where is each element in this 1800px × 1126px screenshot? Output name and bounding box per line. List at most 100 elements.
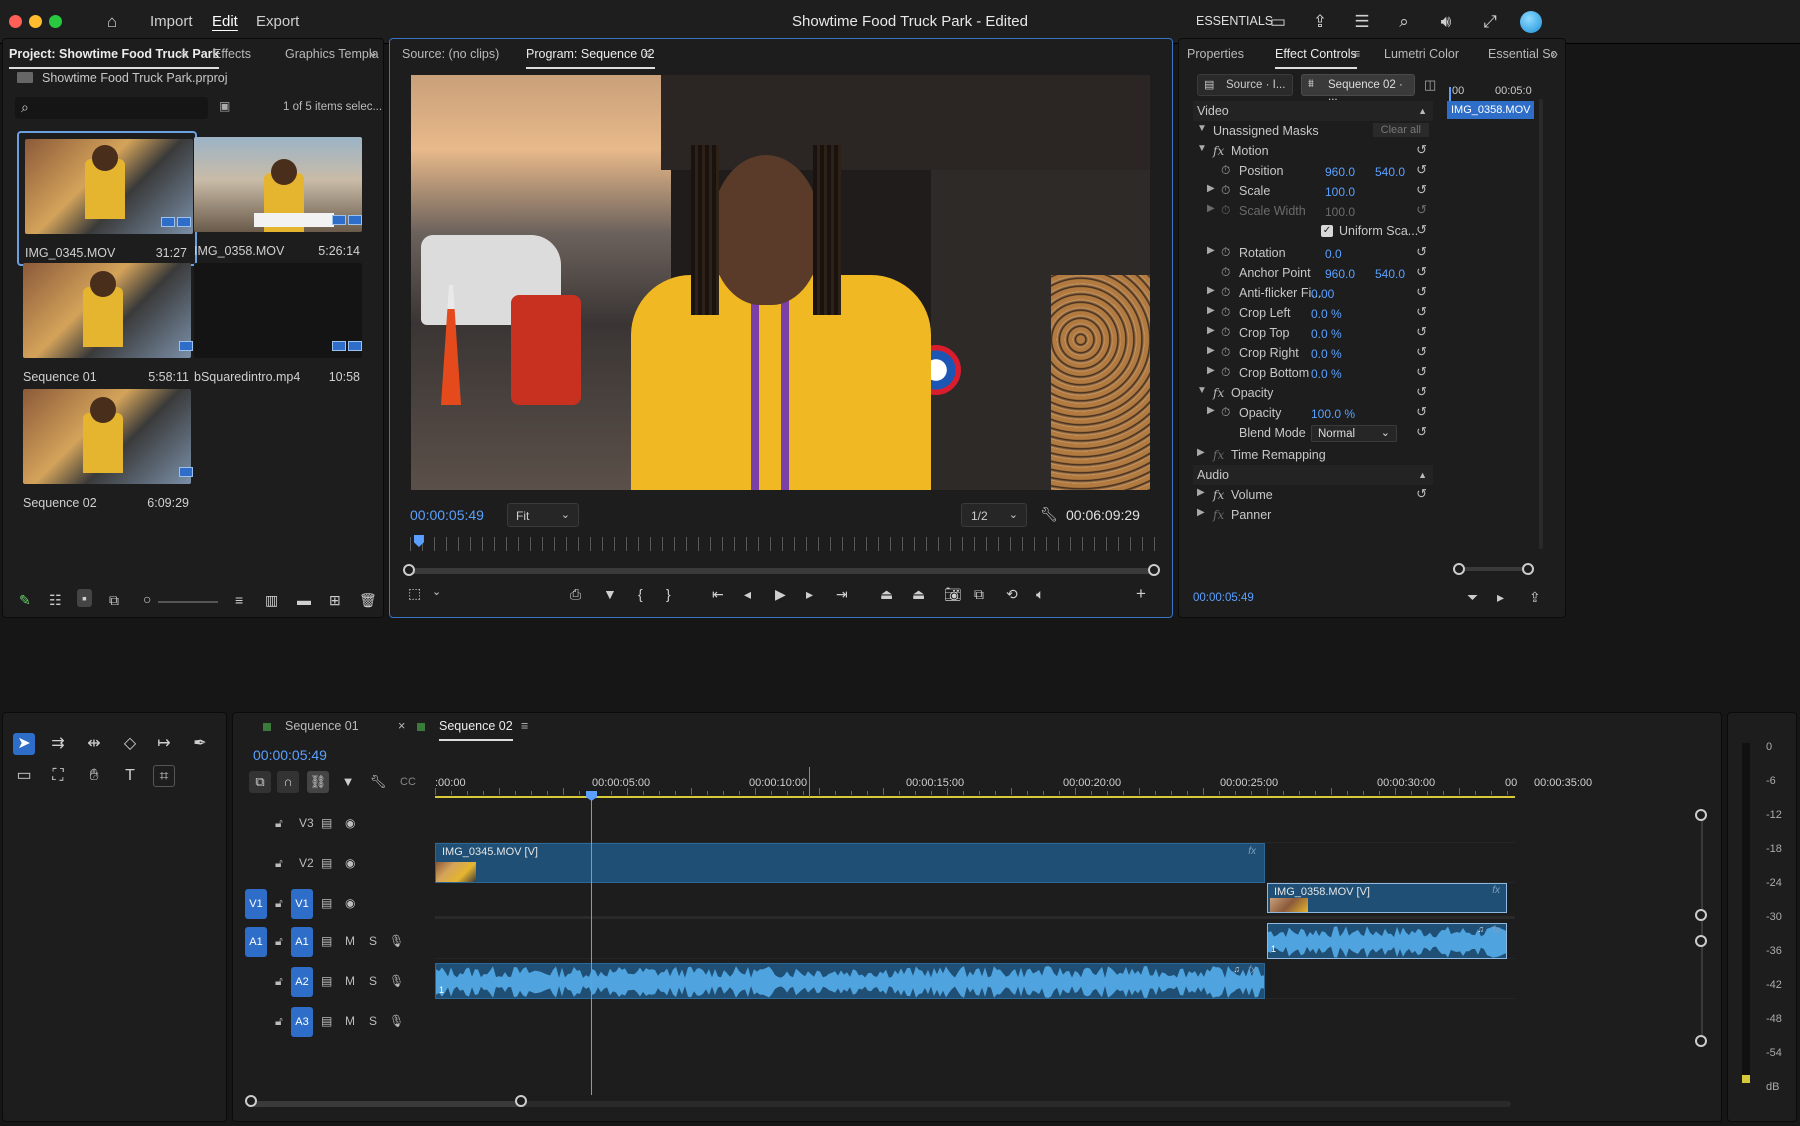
snap-icon[interactable]: ∩ xyxy=(277,771,299,793)
project-item[interactable]: IMG_0345.MOV 31:27 xyxy=(17,131,197,266)
zoom-window-button[interactable] xyxy=(49,15,62,28)
reset-icon[interactable]: ↺ xyxy=(1416,304,1427,320)
project-item[interactable]: Sequence 02 6:09:29 xyxy=(17,383,197,518)
video-clip[interactable]: IMG_0358.MOV [V] fx xyxy=(1267,883,1507,913)
chevron-down-icon[interactable]: ▼ xyxy=(1197,385,1207,396)
automate-icon[interactable]: ▥ xyxy=(265,592,278,609)
stopwatch-icon[interactable]: ⏱︎ xyxy=(1221,405,1230,420)
chevron-down-icon[interactable]: ⌄ xyxy=(432,585,441,598)
timeline-ruler[interactable]: :00:00 00:00:05:00 00:00:10:00 00:00:15:00 0… xyxy=(435,767,1592,797)
reset-icon[interactable]: ↺ xyxy=(1416,142,1427,158)
settings-wrench-icon[interactable]: 🔧︎ xyxy=(367,771,389,793)
go-to-out-icon[interactable]: ⇥ xyxy=(836,586,848,603)
sync-lock-icon[interactable]: ▤ xyxy=(321,934,332,948)
lock-icon[interactable]: 🔓︎ xyxy=(275,816,283,831)
zoom-slider[interactable] xyxy=(158,601,218,603)
home-icon[interactable]: ⌂ xyxy=(100,10,124,34)
sync-lock-icon[interactable]: ▤ xyxy=(321,856,332,870)
search-input[interactable]: ⌕ xyxy=(15,97,208,119)
eye-icon[interactable]: ◉ xyxy=(345,856,355,870)
track-lane-a3[interactable] xyxy=(435,999,1515,1039)
reset-icon[interactable]: ↺ xyxy=(1416,424,1427,440)
position-y-value[interactable]: 540.0 xyxy=(1375,165,1405,179)
position-x-value[interactable]: 960.0 xyxy=(1325,165,1355,179)
crop-right-value[interactable]: 0.0 % xyxy=(1311,347,1342,361)
solo-button[interactable]: S xyxy=(369,974,377,988)
rotation-value[interactable]: 0.0 xyxy=(1325,247,1342,261)
chevron-right-icon[interactable]: ▶ xyxy=(1207,305,1215,316)
new-item-icon[interactable]: ⊞ xyxy=(329,592,341,609)
list-view-icon[interactable]: ☷ xyxy=(49,592,62,609)
chevron-right-icon[interactable]: ▶ xyxy=(1207,285,1215,296)
blend-mode-dropdown[interactable]: Normal ⌄ xyxy=(1311,425,1397,442)
resolution-dropdown[interactable]: 1/2 ⌄ xyxy=(961,503,1027,527)
chevron-right-icon[interactable]: ▶ xyxy=(1207,365,1215,376)
reset-icon[interactable]: ↺ xyxy=(1416,384,1427,400)
sync-lock-icon[interactable]: ▤ xyxy=(321,816,332,830)
track-lane-v3[interactable] xyxy=(435,805,1515,843)
play-audio-icon[interactable]: ▸ xyxy=(1497,589,1504,606)
stopwatch-icon[interactable]: ⏱︎ xyxy=(1221,345,1230,360)
chevron-down-icon[interactable]: ▼ xyxy=(1197,123,1207,134)
lock-icon[interactable]: 🔓︎ xyxy=(275,856,283,871)
track-label[interactable]: V2 xyxy=(299,856,314,870)
anchor-x-value[interactable]: 960.0 xyxy=(1325,267,1355,281)
fx-icon[interactable]: fx xyxy=(1213,488,1224,502)
chevron-right-icon[interactable]: ▶ xyxy=(1207,325,1215,336)
ec-zoom-handle-right[interactable] xyxy=(1522,563,1534,575)
camera-icon[interactable]: 📷︎ xyxy=(944,586,962,603)
tab-graphics-templates[interactable]: Graphics Templa xyxy=(285,47,379,61)
wrench-icon[interactable]: 🔧︎ xyxy=(1040,506,1058,523)
minimize-window-button[interactable] xyxy=(29,15,42,28)
extract-icon[interactable]: ⏏ xyxy=(912,586,925,603)
track-area[interactable]: IMG_0345.MOV [V] fx IMG_0358.MOV [V] fx … xyxy=(435,805,1515,1095)
chevron-right-icon[interactable]: ▶ xyxy=(1207,405,1215,416)
stopwatch-icon[interactable]: ⏱︎ xyxy=(1221,203,1230,218)
clear-all-button[interactable]: Clear all xyxy=(1372,123,1429,137)
add-marker-icon[interactable]: ▼ xyxy=(603,586,617,602)
fx-icon[interactable]: fx xyxy=(1213,144,1224,158)
project-item[interactable]: Sequence 01 5:58:11 xyxy=(17,257,197,392)
add-marker-icon[interactable]: ▼ xyxy=(337,771,359,793)
video-clip[interactable]: IMG_0345.MOV [V] fx xyxy=(435,843,1265,883)
tab-effect-controls[interactable]: Effect Controls xyxy=(1275,47,1357,69)
step-forward-icon[interactable]: ▸ xyxy=(806,586,813,603)
reset-icon[interactable]: ↺ xyxy=(1416,182,1427,198)
ec-scrollbar[interactable] xyxy=(1539,99,1543,549)
filter-icon[interactable]: ⏷ xyxy=(1467,589,1478,606)
razor-tool-icon[interactable]: ◇ xyxy=(119,733,141,755)
pencil-icon[interactable]: ✎ xyxy=(19,592,31,609)
crop-bottom-value[interactable]: 0.0 % xyxy=(1311,367,1342,381)
tab-menu-icon[interactable]: ≡ xyxy=(644,47,651,61)
new-bin-icon[interactable]: ▬ xyxy=(297,592,311,608)
vzoom-handle[interactable] xyxy=(1695,909,1707,921)
fx-icon[interactable]: fx xyxy=(1213,448,1224,462)
stopwatch-icon[interactable]: ⏱︎ xyxy=(1221,305,1230,320)
slip-tool-icon[interactable]: ↦ xyxy=(153,733,175,755)
hand-tool-icon[interactable]: ✋︎ xyxy=(83,765,105,787)
reset-icon[interactable]: ↺ xyxy=(1416,284,1427,300)
chevron-down-icon[interactable]: ▼ xyxy=(1197,143,1207,154)
reset-icon[interactable]: ↺ xyxy=(1416,404,1427,420)
tab-menu-icon[interactable]: ≡ xyxy=(521,719,528,733)
mark-in-icon[interactable]: { xyxy=(638,586,643,602)
microphone-icon[interactable]: 🎙︎ xyxy=(389,934,404,948)
reset-icon[interactable]: ↺ xyxy=(1416,486,1427,502)
monitor-zoom-bar[interactable] xyxy=(410,568,1155,574)
lock-icon[interactable]: 🔓︎ xyxy=(275,1014,283,1029)
reset-icon[interactable]: ↺ xyxy=(1416,264,1427,280)
mute-button[interactable]: M xyxy=(345,974,355,988)
timeline-current-time[interactable]: 00:00:05:49 xyxy=(253,747,327,763)
share-icon[interactable]: ⇪ xyxy=(1308,10,1332,34)
type-tool-icon[interactable]: T xyxy=(119,765,141,787)
search-zoom-icon[interactable]: ⌕ xyxy=(1392,10,1416,34)
sequence-chip[interactable]: ⩩ Sequence 02 · ... xyxy=(1301,74,1415,103)
ec-playhead[interactable] xyxy=(1449,87,1451,101)
lock-icon[interactable]: 🔓︎ xyxy=(275,934,283,949)
workspace-label[interactable]: ESSENTIALS xyxy=(1196,14,1273,28)
source-patch-v1[interactable]: V1 xyxy=(245,889,267,919)
source-patch-a1[interactable]: A1 xyxy=(245,927,267,957)
close-tab-icon[interactable]: × xyxy=(398,719,405,733)
chevron-right-icon[interactable]: ▶ xyxy=(1197,487,1205,498)
freeform-view-icon[interactable]: ⧉ xyxy=(109,592,119,609)
